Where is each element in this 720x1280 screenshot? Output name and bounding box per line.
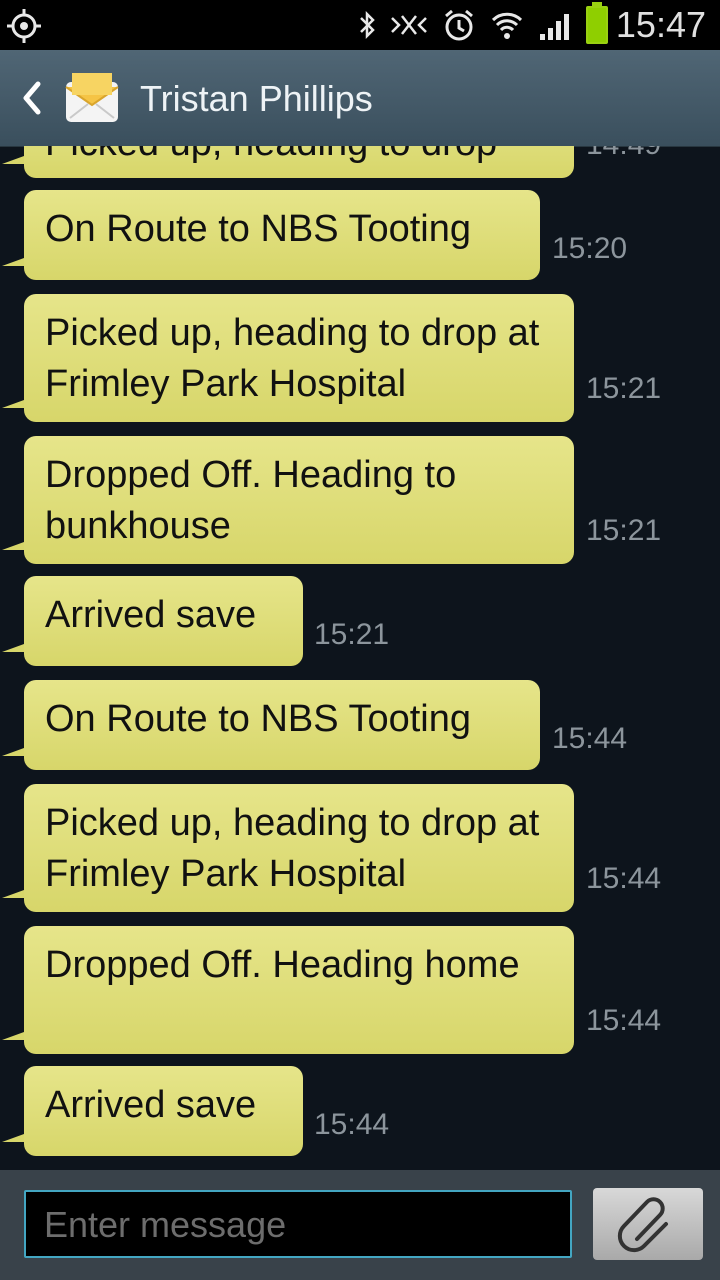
message-text: Picked up, heading to drop at Frimley Pa… [45,802,540,895]
message-text: Dropped Off. Heading home [45,944,520,986]
message-text: Arrived save [45,594,257,636]
message-bubble[interactable]: On Route to NBS Tooting [2,190,540,280]
message-text: Arrived save [45,1084,257,1126]
contact-name[interactable]: Tristan Phillips [140,78,373,120]
conversation-header: Tristan Phillips [0,50,720,147]
message-bubble[interactable]: Picked up, heading to drop at Frimley Pa… [2,784,574,912]
input-placeholder: Enter message [44,1204,287,1245]
message-bubble[interactable]: Dropped Off. Heading home [2,926,574,1054]
message-text: On Route to NBS Tooting [45,208,471,250]
message-time: 15:20 [552,232,628,265]
status-bar: 15:47 [0,0,720,50]
message-bubble[interactable]: Picked up, heading to drop [2,146,574,178]
message-bubble[interactable]: Arrived save [2,576,303,666]
signal-icon [540,14,569,40]
alarm-icon [445,9,473,41]
wifi-icon [491,12,523,39]
message-time: 14:49 [586,146,661,162]
message-time: 15:21 [314,618,390,651]
message-time: 15:21 [586,514,662,547]
status-time: 15:47 [615,4,706,45]
message-input[interactable]: Enter message [24,1190,572,1258]
target-icon [7,9,41,43]
message-time: 15:44 [552,722,628,755]
back-icon[interactable] [14,74,48,122]
message-composer: Enter message [0,1170,720,1280]
nfc-icon [391,15,427,35]
message-bubble[interactable]: Dropped Off. Heading to bunkhouse [2,436,574,564]
message-text: Picked up, heading to drop [45,146,497,164]
message-time: 15:44 [586,1004,662,1037]
envelope-icon [65,73,119,122]
message-bubble[interactable]: Arrived save [2,1066,303,1156]
paperclip-icon [617,1197,668,1253]
battery-icon [586,2,608,44]
message-text: On Route to NBS Tooting [45,698,471,740]
message-time: 15:44 [314,1108,390,1141]
message-bubble[interactable]: On Route to NBS Tooting [2,680,540,770]
message-text: Picked up, heading to drop at Frimley Pa… [45,312,540,405]
message-time: 15:44 [586,862,662,895]
message-bubble[interactable]: Picked up, heading to drop at Frimley Pa… [2,294,574,422]
message-time: 15:21 [586,372,662,405]
message-text: Dropped Off. Heading to bunkhouse [45,454,457,547]
attach-button[interactable] [593,1188,703,1260]
bluetooth-icon [360,10,375,40]
message-list[interactable]: Picked up, heading to drop 14:49 On Rout… [0,146,720,1170]
